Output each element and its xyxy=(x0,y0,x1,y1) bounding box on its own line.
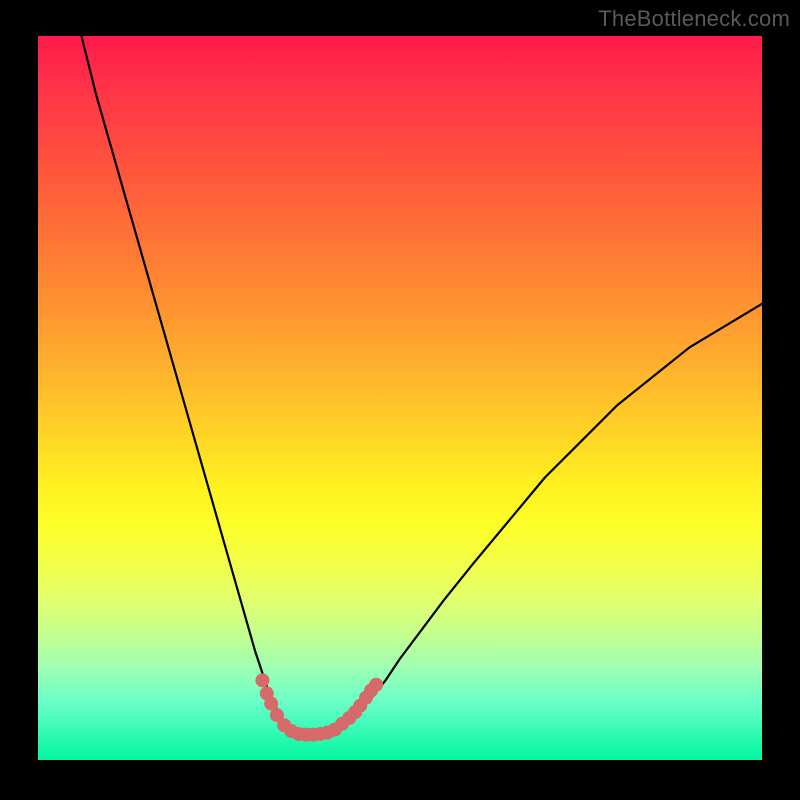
curve-line xyxy=(81,36,762,735)
highlight-markers xyxy=(255,673,383,741)
chart-svg xyxy=(38,36,762,760)
watermark-text: TheBottleneck.com xyxy=(598,6,790,32)
marker-dot xyxy=(369,678,383,692)
marker-dot xyxy=(255,673,269,687)
plot-area xyxy=(38,36,762,760)
